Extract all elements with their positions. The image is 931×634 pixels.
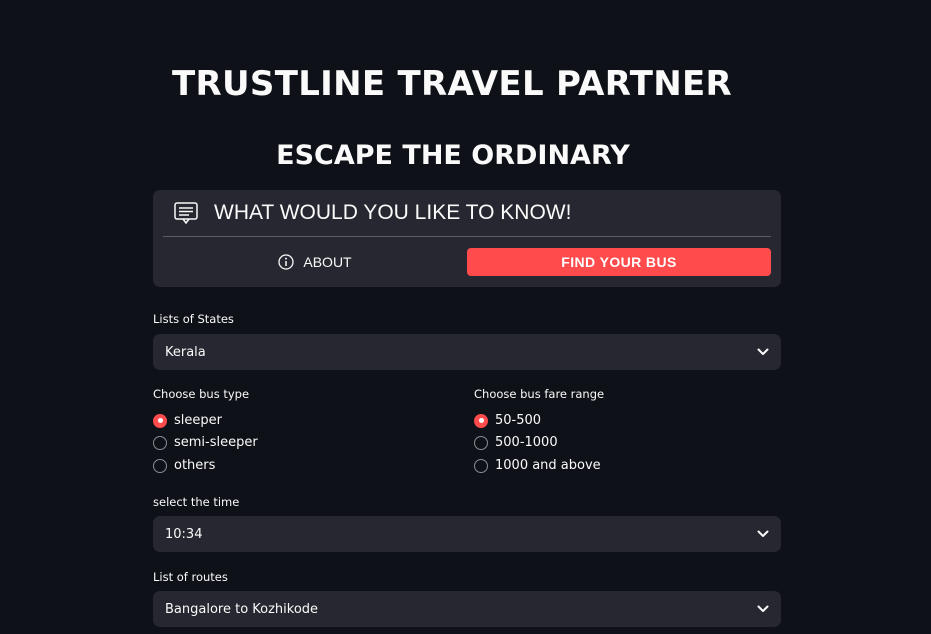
states-select-value: Kerala — [165, 344, 206, 360]
radio-label: 1000 and above — [495, 458, 601, 473]
states-select[interactable]: Kerala — [153, 334, 781, 370]
chevron-down-icon — [757, 530, 769, 537]
bus-type-option-others[interactable]: others — [153, 458, 215, 473]
nav-about-label: ABOUT — [303, 254, 352, 270]
radio-checked — [474, 413, 488, 428]
fare-option-50-500[interactable]: 50-500 — [474, 413, 541, 428]
fare-range-label: Choose bus fare range — [474, 387, 605, 401]
routes-select[interactable]: Bangalore to Kozhikode — [153, 591, 781, 627]
page-title: TRUSTLINE TRAVEL PARTNER — [172, 64, 732, 104]
radio-checked — [153, 413, 167, 428]
nav-about[interactable]: ABOUT — [163, 248, 467, 276]
routes-label: List of routes — [153, 570, 228, 584]
info-circle-icon — [278, 254, 295, 270]
chevron-down-icon — [757, 348, 769, 355]
time-select[interactable]: 10:34 — [153, 516, 781, 552]
routes-select-value: Bangalore to Kozhikode — [165, 601, 319, 617]
radio-unchecked — [153, 435, 167, 450]
nav-find-your-bus[interactable]: FIND YOUR BUS — [467, 248, 771, 276]
menu-header: WHAT WOULD YOU LIKE TO KNOW! — [163, 190, 771, 237]
fare-option-1000-and-above[interactable]: 1000 and above — [474, 458, 601, 473]
radio-unchecked — [474, 458, 488, 473]
time-label: select the time — [153, 495, 240, 509]
states-label: Lists of States — [153, 312, 234, 326]
bus-type-option-semi-sleeper[interactable]: semi-sleeper — [153, 435, 258, 450]
page-subtitle: ESCAPE THE ORDINARY — [276, 140, 630, 171]
radio-label: 500-1000 — [495, 435, 558, 450]
fare-option-500-1000[interactable]: 500-1000 — [474, 435, 558, 450]
radio-label: semi-sleeper — [174, 435, 258, 450]
chevron-down-icon — [757, 605, 769, 612]
radio-label: sleeper — [174, 413, 222, 428]
app-page: TRUSTLINE TRAVEL PARTNER ESCAPE THE ORDI… — [0, 0, 931, 634]
bus-type-option-sleeper[interactable]: sleeper — [153, 413, 222, 428]
radio-label: 50-500 — [495, 413, 542, 428]
option-menu: WHAT WOULD YOU LIKE TO KNOW! ABOUT FIND … — [153, 190, 781, 287]
time-select-value: 10:34 — [165, 526, 203, 542]
bus-type-label: Choose bus type — [153, 387, 250, 401]
radio-label: others — [174, 458, 216, 473]
card-text-icon — [174, 202, 198, 224]
radio-unchecked — [474, 435, 488, 450]
radio-unchecked — [153, 458, 167, 473]
menu-title: WHAT WOULD YOU LIKE TO KNOW! — [214, 201, 572, 224]
nav-find-your-bus-label: FIND YOUR BUS — [561, 254, 677, 270]
